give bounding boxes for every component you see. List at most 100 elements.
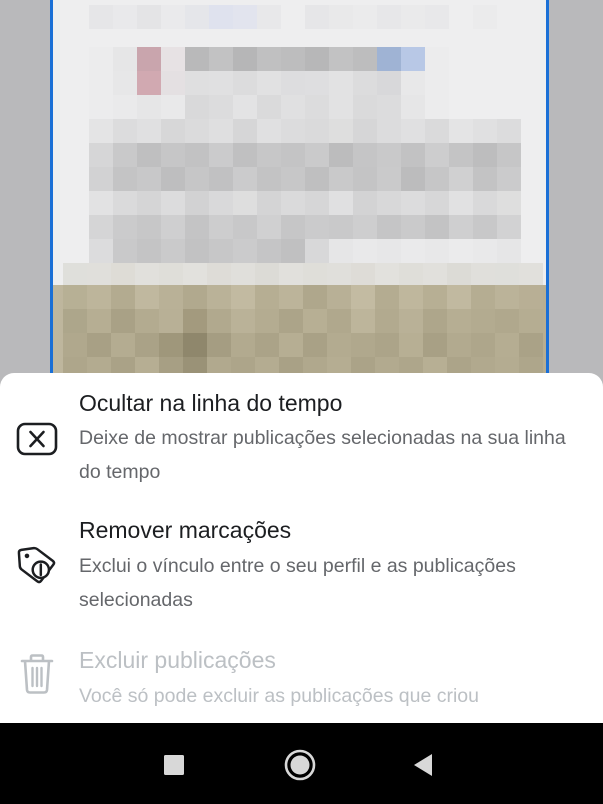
pixel-block [497, 191, 521, 215]
pixel-block [63, 263, 87, 287]
pixel-block [473, 191, 497, 215]
pixel-block [401, 143, 425, 167]
photo-pixel-block [279, 309, 303, 333]
blurred-post-photo [53, 285, 546, 381]
pixel-block [257, 239, 281, 263]
option-description: Exclui o vínculo entre o seu perfil e as… [79, 555, 516, 611]
photo-pixel-block [495, 333, 519, 357]
photo-pixel-block [471, 333, 495, 357]
pixel-block [185, 119, 209, 143]
pixel-block [377, 71, 401, 95]
pixel-block [209, 143, 233, 167]
pixel-block [233, 215, 257, 239]
pixel-block [257, 95, 281, 119]
pixel-block [113, 71, 137, 95]
photo-pixel-block [183, 285, 207, 309]
pixel-block [497, 167, 521, 191]
pixel-block [353, 5, 377, 29]
pixel-block [497, 119, 521, 143]
pixel-block [449, 119, 473, 143]
pixel-block [185, 143, 209, 167]
photo-pixel-block [135, 309, 159, 333]
pixel-block [137, 119, 161, 143]
pixel-block [425, 47, 449, 71]
pixel-block [377, 47, 401, 71]
photo-pixel-block [399, 309, 423, 333]
remove-tags-option[interactable]: Remover marcações Exclui o vínculo entre… [0, 503, 603, 631]
pixel-block [377, 191, 401, 215]
pixel-block [135, 263, 159, 287]
pixel-block [305, 191, 329, 215]
photo-pixel-block [255, 333, 279, 357]
pixel-block [87, 263, 111, 287]
pixel-block [185, 47, 209, 71]
pixel-block [425, 239, 449, 263]
pixel-block [89, 167, 113, 191]
pixel-block [233, 191, 257, 215]
pixel-block [353, 143, 377, 167]
photo-pixel-block [399, 333, 423, 357]
pixel-block [447, 263, 471, 287]
pixel-block [209, 119, 233, 143]
photo-pixel-block [255, 309, 279, 333]
pixel-block [425, 95, 449, 119]
pixel-block [377, 239, 401, 263]
pixel-block [89, 143, 113, 167]
pixel-block [209, 167, 233, 191]
pixel-block [279, 263, 303, 287]
pixel-block [89, 239, 113, 263]
pixel-block [497, 239, 521, 263]
home-circle-icon[interactable] [282, 747, 318, 783]
pixel-block [137, 71, 161, 95]
pixel-block [209, 47, 233, 71]
pixel-block [231, 263, 255, 287]
pixel-block [89, 95, 113, 119]
pixel-block [449, 167, 473, 191]
pixel-block [281, 119, 305, 143]
pixel-block [89, 119, 113, 143]
pixel-block [89, 191, 113, 215]
photo-pixel-block [351, 285, 375, 309]
pixel-block [377, 5, 401, 29]
pixel-block [377, 119, 401, 143]
option-description: Você só pode excluir as publicações que … [79, 685, 479, 707]
recents-square-icon[interactable] [156, 747, 192, 783]
photo-pixel-block [207, 285, 231, 309]
pixel-block [401, 167, 425, 191]
pixel-block [425, 191, 449, 215]
pixel-block [137, 191, 161, 215]
pixel-block [473, 143, 497, 167]
pixel-block [255, 263, 279, 287]
hide-from-timeline-option[interactable]: Ocultar na linha do tempo Deixe de mostr… [0, 373, 603, 501]
pixel-block [495, 263, 519, 287]
pixel-block [401, 5, 425, 29]
pixel-block [449, 191, 473, 215]
pixel-block [89, 47, 113, 71]
pixel-block [303, 263, 327, 287]
pixel-block [423, 263, 447, 287]
pixel-block [185, 5, 209, 29]
pixel-block [329, 5, 353, 29]
pixel-block [161, 167, 185, 191]
pixel-block [233, 5, 257, 29]
tag-remove-icon [16, 544, 58, 586]
pixel-block [137, 95, 161, 119]
back-triangle-icon[interactable] [405, 747, 441, 783]
pixel-block [281, 215, 305, 239]
pixel-block [473, 119, 497, 143]
pixel-block [233, 95, 257, 119]
photo-pixel-block [207, 333, 231, 357]
option-title: Remover marcações [79, 517, 292, 543]
pixel-block [329, 119, 353, 143]
pixel-block [449, 5, 473, 29]
photo-pixel-block [159, 333, 183, 357]
photo-pixel-block [471, 309, 495, 333]
selected-post-preview[interactable] [50, 0, 549, 384]
dimmed-background [0, 0, 603, 384]
pixel-block [327, 263, 351, 287]
photo-pixel-block [87, 285, 111, 309]
pixel-block [257, 143, 281, 167]
actions-bottom-sheet: Ocultar na linha do tempo Deixe de mostr… [0, 373, 603, 723]
pixel-block [257, 71, 281, 95]
pixel-block [449, 239, 473, 263]
